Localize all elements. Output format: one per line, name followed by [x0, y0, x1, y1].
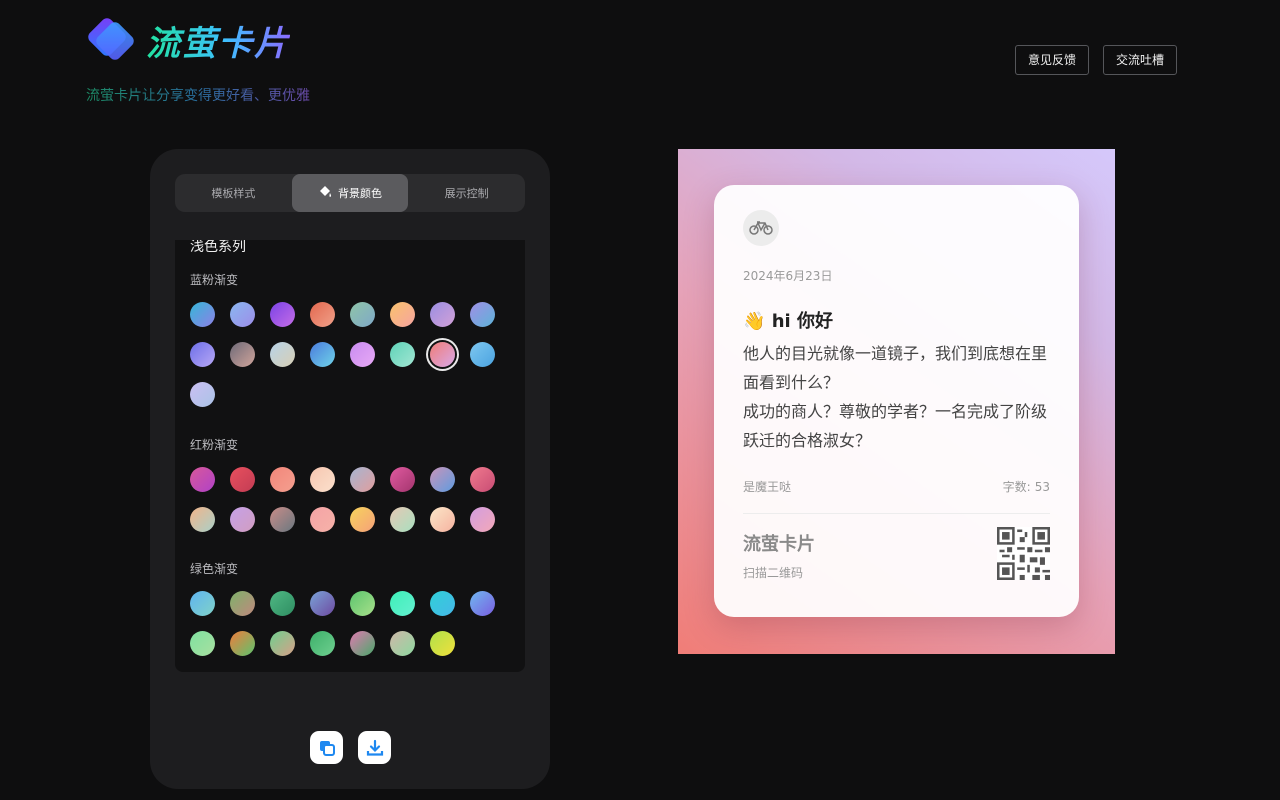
color-swatch[interactable] — [390, 631, 415, 656]
qr-code — [997, 527, 1050, 580]
tab-display-control[interactable]: 展示控制 — [408, 174, 525, 212]
word-count-label: 字数: — [1002, 480, 1031, 494]
color-swatch[interactable] — [350, 302, 375, 327]
card-brand: 流萤卡片 — [743, 534, 815, 555]
color-swatch[interactable] — [230, 591, 255, 616]
color-swatch[interactable] — [270, 302, 295, 327]
color-swatch[interactable] — [310, 302, 335, 327]
body-paragraph: 成功的商人？尊敬的学者？一名完成了阶级跃迁的合格淑女？ — [743, 402, 1048, 450]
color-swatch[interactable] — [430, 507, 455, 532]
card-greeting: 👋 hi 你好 — [743, 307, 833, 333]
card-body: 他人的目光就像一道镜子，我们到底想在里面看到什么？ 成功的商人？尊敬的学者？一名… — [743, 339, 1058, 455]
download-icon — [366, 739, 383, 756]
color-swatch[interactable] — [270, 591, 295, 616]
color-swatch[interactable] — [430, 342, 455, 367]
greeting-text: hi 你好 — [771, 311, 833, 332]
tab-label: 背景颜色 — [338, 187, 382, 200]
card-stack-icon — [85, 15, 137, 64]
color-swatch[interactable] — [470, 302, 495, 327]
avatar — [743, 210, 779, 246]
color-swatch[interactable] — [270, 507, 295, 532]
color-swatch[interactable] — [470, 467, 495, 492]
app-title: 流萤卡片 — [146, 16, 290, 65]
color-swatch[interactable] — [390, 302, 415, 327]
color-swatch[interactable] — [190, 507, 215, 532]
color-swatch[interactable] — [310, 507, 335, 532]
waving-hand-icon: 👋 — [743, 311, 766, 332]
group-label: 红粉渐变 — [190, 438, 239, 452]
share-card: 2024年6月23日 👋 hi 你好 他人的目光就像一道镜子，我们到底想在里面看… — [714, 185, 1079, 617]
color-swatch[interactable] — [270, 467, 295, 492]
color-swatch[interactable] — [310, 591, 335, 616]
color-swatch[interactable] — [390, 342, 415, 367]
card-divider — [743, 513, 1050, 514]
group-label: 绿色渐变 — [190, 562, 239, 576]
color-swatch[interactable] — [390, 507, 415, 532]
color-swatch[interactable] — [230, 631, 255, 656]
color-swatch[interactable] — [430, 631, 455, 656]
color-swatch[interactable] — [470, 591, 495, 616]
color-swatch[interactable] — [270, 631, 295, 656]
color-swatch[interactable] — [390, 467, 415, 492]
color-swatch[interactable] — [350, 591, 375, 616]
color-swatch[interactable] — [350, 631, 375, 656]
card-date: 2024年6月23日 — [743, 269, 833, 283]
tab-label: 模板样式 — [211, 187, 256, 200]
color-swatch-list[interactable]: 浅色系列 蓝粉渐变 红粉渐变 绿色渐变 — [175, 240, 525, 672]
body-paragraph: 他人的目光就像一道镜子，我们到底想在里面看到什么？ — [743, 344, 1048, 392]
color-swatch[interactable] — [190, 467, 215, 492]
card-preview: 2024年6月23日 👋 hi 你好 他人的目光就像一道镜子，我们到底想在里面看… — [678, 149, 1115, 654]
color-swatch[interactable] — [190, 631, 215, 656]
color-swatch[interactable] — [350, 342, 375, 367]
tab-template-style[interactable]: 模板样式 — [175, 174, 292, 212]
color-swatch[interactable] — [350, 467, 375, 492]
color-swatch[interactable] — [310, 342, 335, 367]
settings-tabs: 模板样式 背景颜色 展示控制 — [175, 174, 525, 212]
color-swatch[interactable] — [430, 467, 455, 492]
tab-label: 展示控制 — [444, 187, 489, 200]
app-slogan: 流萤卡片让分享变得更好看、更优雅 — [86, 85, 310, 105]
group-label: 蓝粉渐变 — [190, 273, 239, 287]
card-author: 是魔王哒 — [743, 480, 792, 494]
download-button[interactable] — [358, 731, 391, 764]
color-swatch[interactable] — [230, 342, 255, 367]
copy-button[interactable] — [310, 731, 343, 764]
color-swatch[interactable] — [190, 382, 215, 407]
color-swatch[interactable] — [190, 342, 215, 367]
feedback-button[interactable]: 意见反馈 — [1015, 45, 1090, 75]
color-swatch[interactable] — [230, 302, 255, 327]
copy-icon — [319, 740, 335, 756]
section-title: 浅色系列 — [190, 240, 246, 255]
word-count-value: 53 — [1034, 480, 1050, 494]
bicycle-icon — [749, 221, 773, 235]
color-swatch[interactable] — [430, 302, 455, 327]
app-logo[interactable]: 流萤卡片 — [85, 15, 290, 65]
chat-button[interactable]: 交流吐槽 — [1103, 45, 1178, 75]
color-swatch[interactable] — [310, 631, 335, 656]
color-swatch[interactable] — [230, 467, 255, 492]
color-swatch[interactable] — [350, 507, 375, 532]
paint-bucket-icon — [318, 185, 332, 201]
color-swatch[interactable] — [470, 507, 495, 532]
color-swatch[interactable] — [310, 467, 335, 492]
color-swatch[interactable] — [470, 342, 495, 367]
color-swatch[interactable] — [190, 302, 215, 327]
color-swatch[interactable] — [270, 342, 295, 367]
tab-background-color[interactable]: 背景颜色 — [291, 174, 409, 212]
scan-label: 扫描二维码 — [743, 566, 804, 580]
color-swatch[interactable] — [430, 591, 455, 616]
word-count: 字数: 53 — [999, 478, 1050, 495]
color-swatch[interactable] — [190, 591, 215, 616]
color-swatch[interactable] — [230, 507, 255, 532]
settings-panel: 模板样式 背景颜色 展示控制 浅色系列 蓝粉渐变 红粉渐变 绿色渐变 — [150, 149, 550, 789]
color-swatch[interactable] — [390, 591, 415, 616]
